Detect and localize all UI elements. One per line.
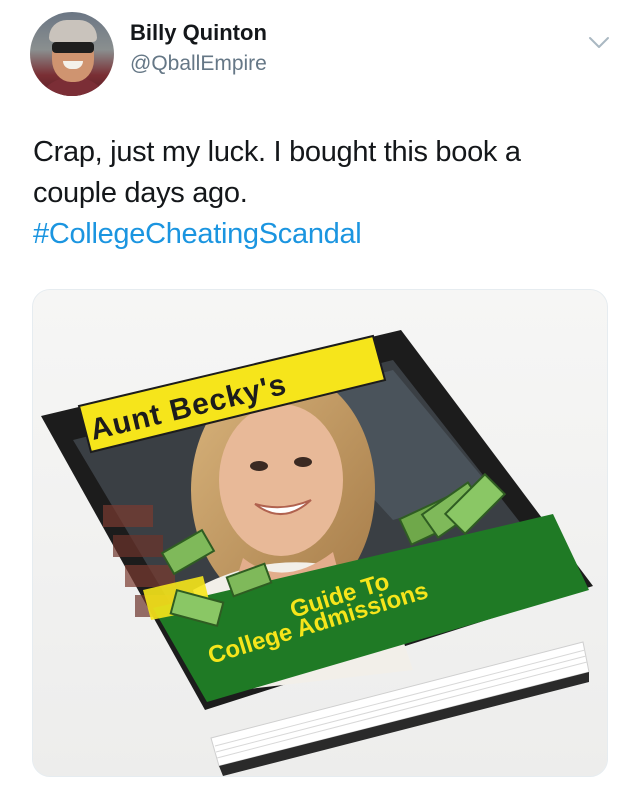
avatar-sunglasses xyxy=(52,42,94,53)
tweet-text-line: Crap, just my luck. I bought this book a xyxy=(33,136,521,168)
face xyxy=(219,404,343,556)
avatar[interactable] xyxy=(30,12,114,96)
tweet-header: Billy Quinton @QballEmpire xyxy=(28,8,618,98)
book-cover-illustration: Aunt Becky's Guide To College Admissions xyxy=(33,290,607,776)
tweet-media-image[interactable]: Aunt Becky's Guide To College Admissions xyxy=(32,289,608,777)
hashtag-link[interactable]: #CollegeCheatingScandal xyxy=(33,214,613,255)
avatar-cap xyxy=(49,20,97,42)
chevron-down-icon[interactable] xyxy=(586,30,612,56)
tweet-text: Crap, just my luck. I bought this book a… xyxy=(33,132,613,255)
tweet-text-line: couple days ago. xyxy=(33,177,248,209)
tweet: Billy Quinton @QballEmpire Crap, just my… xyxy=(0,0,637,800)
author-display-name[interactable]: Billy Quinton xyxy=(130,20,267,46)
author-handle[interactable]: @QballEmpire xyxy=(130,52,267,76)
